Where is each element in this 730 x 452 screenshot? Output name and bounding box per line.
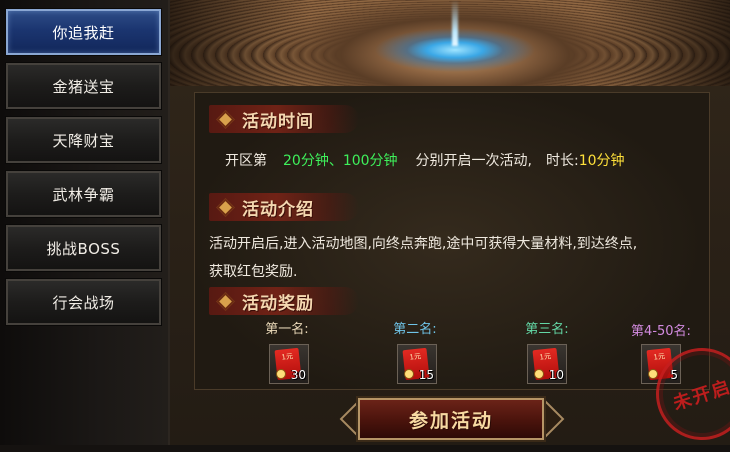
reward-qty: 30 — [290, 368, 306, 382]
envelope-text: 1元 — [409, 352, 422, 362]
time-prefix: 开区第 — [225, 153, 267, 169]
event-info-box: 活动时间 开区第 20分钟、100分钟 分别开启一次活动, 时长:10分钟 活动介绍 … — [194, 92, 710, 390]
sidebar-item-treasure-drop[interactable]: 天降财宝 — [5, 116, 162, 164]
envelope-text: 1元 — [281, 352, 294, 362]
duration-label: 时长: — [546, 153, 579, 169]
event-detail-panel: 活动时间 开区第 20分钟、100分钟 分别开启一次活动, 时长:10分钟 活动介绍 … — [170, 86, 730, 452]
reward-qty: 10 — [548, 368, 564, 382]
rank-label-first: 第一名: — [265, 322, 309, 337]
section-title-time: 活动时间 — [242, 111, 314, 132]
rank-label-third: 第三名: — [525, 322, 569, 337]
activity-sidebar: 你追我赶 金猪送宝 天降财宝 武林争霸 挑战BOSS 行会战场 — [0, 0, 170, 445]
reward-slot-first[interactable]: 1元 30 — [269, 344, 309, 384]
reward-slot-third[interactable]: 1元 10 — [527, 344, 567, 384]
sidebar-item-chase[interactable]: 你追我赶 — [5, 8, 162, 56]
intro-line-2: 获取红包奖励. — [209, 264, 298, 280]
stamp-text: 未开启 — [670, 376, 730, 415]
coin-icon — [648, 369, 658, 379]
join-event-label: 参加活动 — [408, 409, 493, 432]
section-header-intro: 活动介绍 — [209, 193, 359, 221]
event-banner-image — [170, 0, 730, 86]
diamond-icon — [216, 109, 235, 129]
time-values: 20分钟、100分钟 — [283, 153, 398, 169]
sidebar-item-boss-challenge[interactable]: 挑战BOSS — [5, 224, 162, 272]
light-beam — [452, 0, 458, 46]
envelope-text: 1元 — [539, 352, 552, 362]
coin-icon — [404, 369, 414, 379]
section-header-time: 活动时间 — [209, 105, 359, 133]
intro-line-1: 活动开启后,进入活动地图,向终点奔跑,途中可获得大量材料,到达终点, — [209, 236, 638, 252]
duration-value: 10分钟 — [578, 153, 625, 169]
envelope-text: 1元 — [653, 352, 666, 362]
coin-icon — [276, 369, 286, 379]
sidebar-item-golden-pig[interactable]: 金猪送宝 — [5, 62, 162, 110]
diamond-icon — [216, 197, 235, 217]
reward-qty: 15 — [418, 368, 434, 382]
section-title-rewards: 活动奖励 — [242, 293, 314, 314]
sidebar-item-guild-battle[interactable]: 行会战场 — [5, 278, 162, 326]
rank-label-second: 第二名: — [393, 322, 437, 337]
join-event-button[interactable]: 参加活动 — [356, 396, 546, 442]
reward-slot-second[interactable]: 1元 15 — [397, 344, 437, 384]
section-header-rewards: 活动奖励 — [209, 287, 359, 315]
time-middle: 分别开启一次活动, — [415, 153, 532, 169]
coin-icon — [534, 369, 544, 379]
section-title-intro: 活动介绍 — [242, 199, 314, 220]
time-description: 开区第 20分钟、100分钟 分别开启一次活动, 时长:10分钟 — [225, 150, 625, 170]
rank-label-4-50: 第4-50名: — [631, 324, 691, 339]
sidebar-item-martial-contest[interactable]: 武林争霸 — [5, 170, 162, 218]
diamond-icon — [216, 291, 235, 311]
